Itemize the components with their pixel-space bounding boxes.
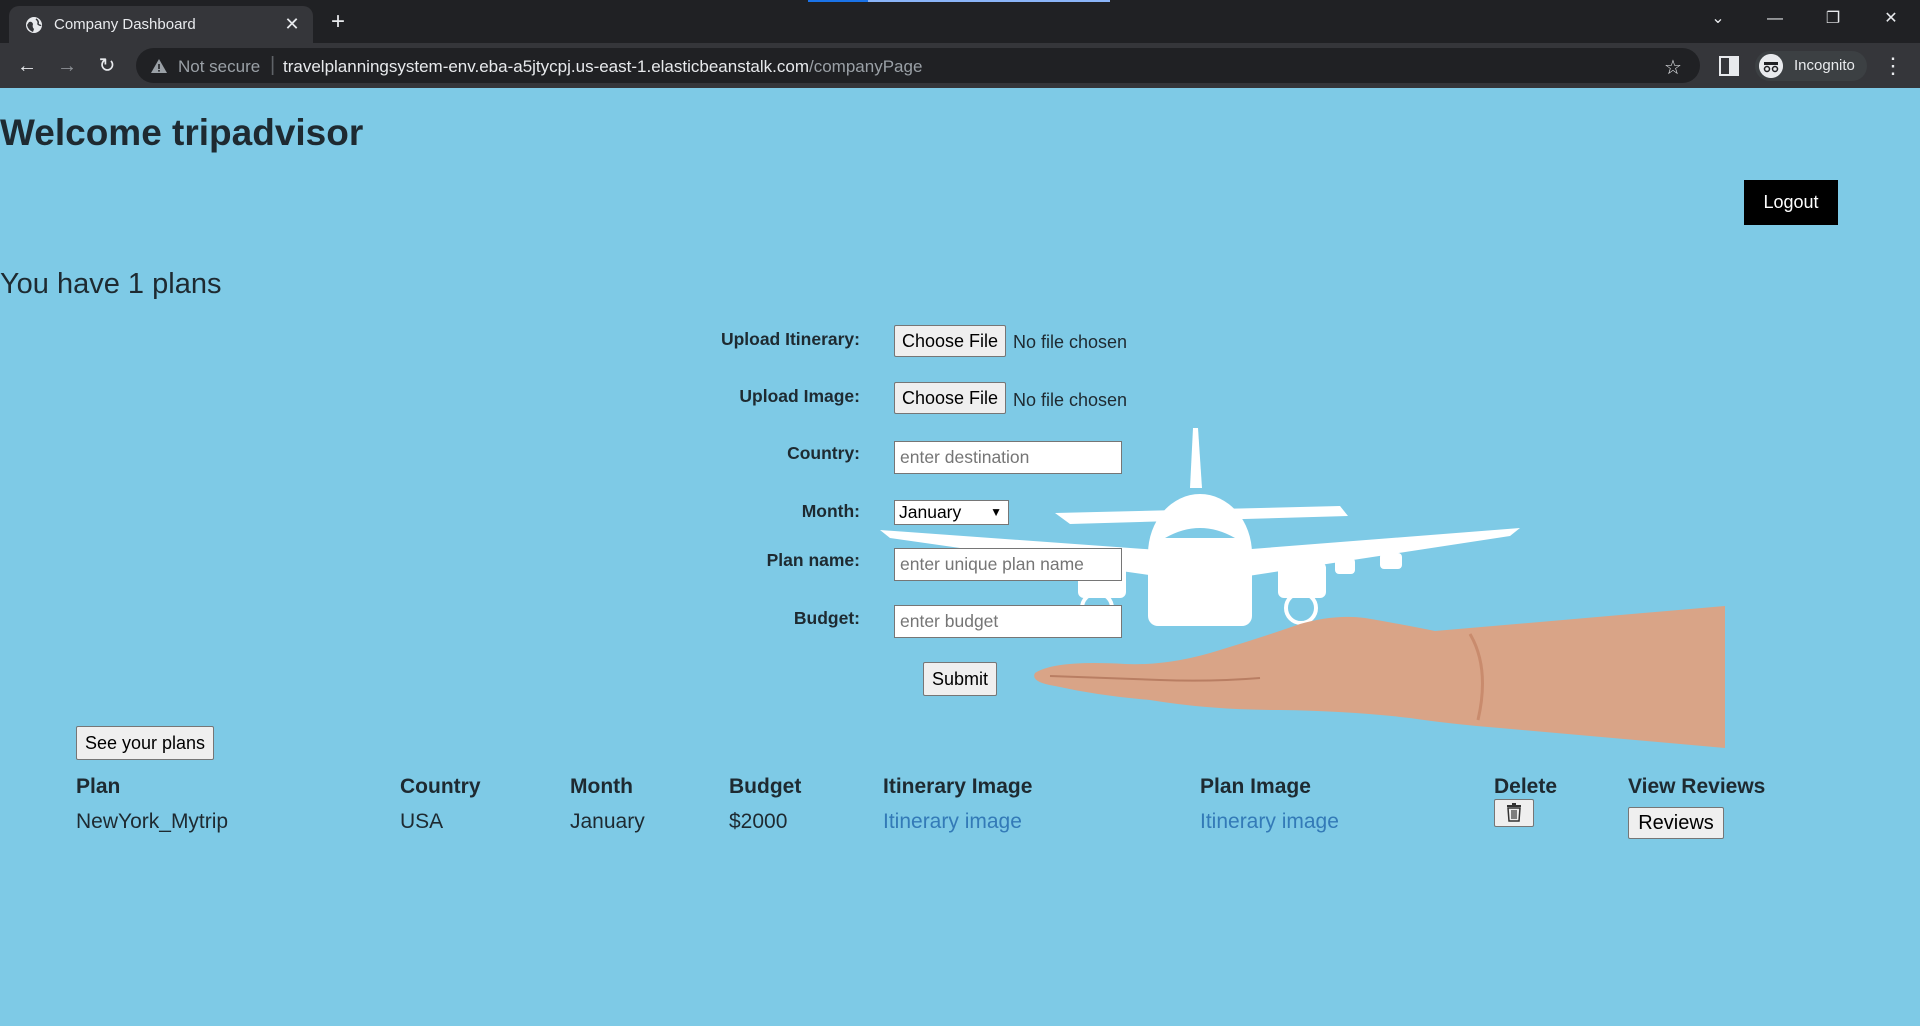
tab-loading-indicator [808, 0, 1110, 2]
restore-icon[interactable]: ❐ [1816, 5, 1850, 33]
forward-icon[interactable]: → [52, 51, 82, 81]
url-host: travelplanningsystem-env.eba-a5jtycpj.us… [283, 57, 809, 76]
column-header-itinerary-image: Itinerary Image [883, 775, 1033, 798]
column-header-country: Country [400, 775, 481, 798]
back-icon[interactable]: ← [12, 51, 42, 81]
plan-name-input[interactable] [894, 548, 1122, 581]
trash-icon [1507, 802, 1521, 822]
browser-toolbar: ← → ↻ Not secure | travelplanningsystem-… [0, 43, 1920, 88]
itinerary-image-link[interactable]: Itinerary image [883, 810, 1022, 834]
address-bar[interactable]: Not secure | travelplanningsystem-env.eb… [136, 48, 1700, 83]
cell-country: USA [400, 810, 444, 833]
itinerary-choose-file-button[interactable]: Choose File [894, 325, 1006, 357]
company-page: Welcome tripadvisor Logout You have 1 pl… [0, 88, 1920, 1026]
chevron-down-icon: ▼ [990, 505, 1002, 519]
close-tab-icon[interactable]: ✕ [281, 13, 303, 35]
browser-tab[interactable]: Company Dashboard ✕ [9, 6, 313, 43]
column-header-plan: Plan [76, 775, 121, 798]
side-panel-icon[interactable] [1718, 55, 1740, 77]
budget-input[interactable] [894, 605, 1122, 638]
upload-itinerary-label: Upload Itinerary: [720, 329, 860, 349]
budget-label: Budget: [793, 608, 860, 628]
logout-button[interactable]: Logout [1744, 180, 1838, 225]
browser-tab-bar: Company Dashboard ✕ + ⌄ — ❐ ✕ [0, 0, 1920, 43]
cell-month: January [570, 810, 645, 833]
submit-button[interactable]: Submit [923, 662, 997, 696]
bookmark-star-icon[interactable]: ☆ [1662, 55, 1684, 79]
url-text[interactable]: travelplanningsystem-env.eba-a5jtycpj.us… [283, 57, 922, 77]
plans-count-text: You have 1 plans [0, 268, 222, 300]
page-title: Welcome tripadvisor [0, 112, 364, 153]
month-select-value: January [899, 502, 962, 522]
cell-plan: NewYork_Mytrip [76, 810, 229, 833]
url-separator: | [270, 54, 276, 76]
cell-budget: $2000 [729, 810, 788, 833]
kebab-menu-icon[interactable]: ⋮ [1882, 53, 1904, 79]
image-file-status: No file chosen [1013, 390, 1128, 410]
airplane-hand-illustration [880, 428, 1725, 748]
tab-title: Company Dashboard [54, 16, 196, 33]
minimize-icon[interactable]: — [1758, 5, 1792, 33]
column-header-budget: Budget [729, 775, 802, 798]
incognito-icon [1759, 54, 1783, 78]
delete-plan-button[interactable] [1494, 799, 1534, 827]
url-path: /companyPage [809, 57, 923, 76]
column-header-plan-image: Plan Image [1200, 775, 1311, 798]
globe-icon [26, 17, 42, 33]
plan-name-label: Plan name: [766, 550, 860, 570]
plan-image-link[interactable]: Itinerary image [1200, 810, 1339, 834]
close-window-icon[interactable]: ✕ [1874, 5, 1908, 33]
column-header-view-reviews: View Reviews [1628, 775, 1766, 798]
warning-icon [151, 59, 167, 73]
reviews-button[interactable]: Reviews [1628, 807, 1724, 839]
column-header-month: Month [570, 775, 633, 798]
tab-search-icon[interactable]: ⌄ [1701, 5, 1735, 33]
country-input[interactable] [894, 441, 1122, 474]
column-header-delete: Delete [1494, 775, 1558, 798]
image-choose-file-button[interactable]: Choose File [894, 382, 1006, 414]
incognito-profile[interactable]: Incognito [1755, 51, 1867, 81]
itinerary-file-status: No file chosen [1013, 332, 1128, 352]
month-label: Month: [801, 501, 860, 521]
country-label: Country: [787, 443, 860, 463]
security-status[interactable]: Not secure [178, 57, 260, 77]
see-your-plans-button[interactable]: See your plans [76, 726, 214, 760]
new-tab-icon[interactable]: + [324, 9, 352, 37]
reload-icon[interactable]: ↻ [92, 51, 122, 81]
upload-image-label: Upload Image: [739, 386, 860, 406]
month-select[interactable]: January ▼ [894, 500, 1009, 525]
incognito-label: Incognito [1794, 57, 1855, 74]
